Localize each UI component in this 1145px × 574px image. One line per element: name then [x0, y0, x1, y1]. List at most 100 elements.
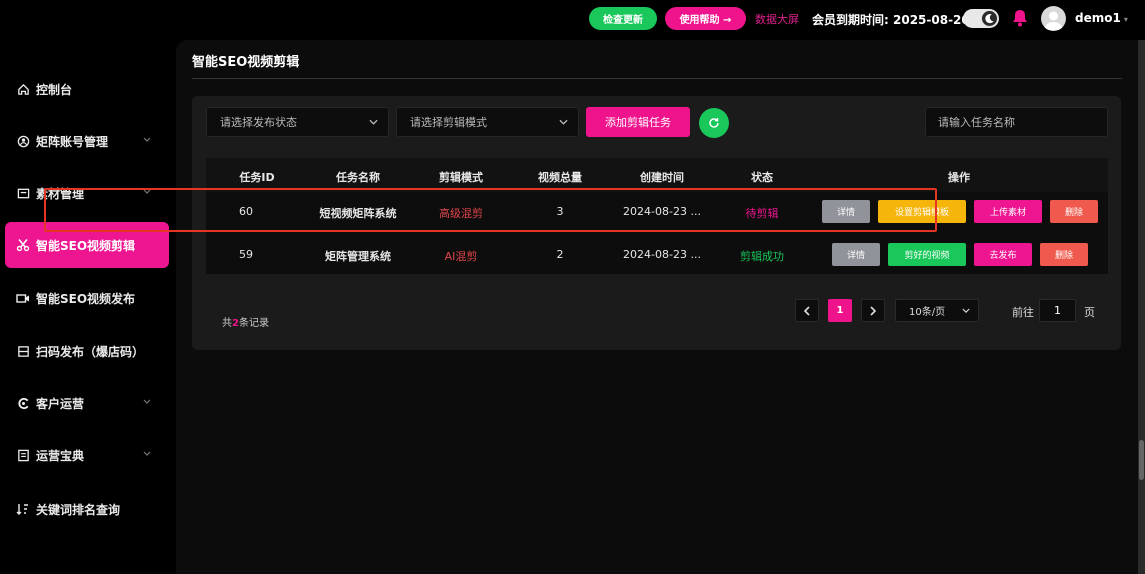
- moon-icon: [981, 10, 998, 27]
- next-page-button[interactable]: [861, 299, 885, 322]
- sidebar-item-3[interactable]: 智能SEO视频剪辑: [5, 222, 169, 268]
- go-publish-button[interactable]: 去发布: [974, 243, 1032, 266]
- cell-name: 矩阵管理系统: [325, 250, 391, 263]
- home-icon: [16, 82, 30, 96]
- sidebar-item-8[interactable]: 关键词排名查询: [5, 486, 169, 532]
- delete-button[interactable]: 删除: [1040, 243, 1088, 266]
- page-size-value: 10条/页: [909, 307, 946, 318]
- chevron-down-icon: [143, 451, 151, 456]
- sidebar-item-label: 运营宝典: [36, 448, 85, 463]
- chevron-down-icon: [962, 308, 970, 313]
- sidebar-item-6[interactable]: 客户运营: [5, 380, 169, 426]
- edit-mode-placeholder: 请选择剪辑模式: [410, 116, 487, 129]
- delete-button[interactable]: 删除: [1050, 200, 1098, 223]
- column-header-total: 视频总量: [538, 171, 582, 184]
- refresh-icon: [709, 118, 719, 128]
- qr-icon: [16, 344, 30, 358]
- page-number-current[interactable]: 1: [828, 299, 852, 322]
- help-button[interactable]: 使用帮助 →: [665, 7, 746, 30]
- customer-icon: [16, 396, 30, 410]
- details-button[interactable]: 详情: [822, 200, 870, 223]
- sidebar-item-0[interactable]: 控制台: [5, 66, 169, 112]
- details-button[interactable]: 详情: [832, 243, 880, 266]
- publish-status-placeholder: 请选择发布状态: [220, 116, 297, 129]
- chevron-down-icon: [143, 137, 151, 142]
- page-title: 智能SEO视频剪辑: [192, 55, 300, 70]
- bell-icon[interactable]: [1012, 9, 1028, 27]
- cell-created: 2024-08-23 ...: [623, 205, 701, 218]
- chevron-down-icon: [143, 189, 151, 194]
- sidebar: 控制台矩阵账号管理素材管理智能SEO视频剪辑 智能SEO视频发布 扫码发布（爆店码）…: [0, 40, 175, 574]
- chevron-left-icon: [803, 305, 810, 316]
- goto-page-unit: 页: [1084, 306, 1095, 319]
- task-table: 任务ID 任务名称 剪辑模式 视频总量 创建时间 状态 操作 60 短视频矩阵系…: [206, 158, 1108, 274]
- total-records: 共2条记录: [222, 314, 269, 329]
- chevron-down-icon: [559, 119, 568, 125]
- theme-toggle[interactable]: [963, 9, 999, 28]
- cell-created: 2024-08-23 ...: [623, 248, 701, 261]
- cell-id: 60: [239, 205, 253, 218]
- chevron-down-icon: [143, 399, 151, 404]
- goto-page-input[interactable]: [1039, 299, 1076, 322]
- sidebar-item-label: 关键词排名查询: [36, 502, 121, 517]
- publish-status-select[interactable]: 请选择发布状态: [206, 107, 389, 137]
- caret-down-icon: ▾: [1123, 15, 1128, 24]
- member-expiry-date: 2025-08-20: [893, 13, 970, 27]
- sort-icon: [16, 502, 30, 516]
- prev-page-button[interactable]: [795, 299, 819, 322]
- page-size-select[interactable]: 10条/页: [895, 299, 979, 322]
- content-card: 请选择发布状态 请选择剪辑模式 添加剪辑任务 任务ID 任务名称 剪辑模式 视频…: [192, 96, 1121, 350]
- sidebar-item-label: 智能SEO视频剪辑: [36, 238, 136, 253]
- goto-label: 前往: [1012, 306, 1034, 319]
- task-name-search-input[interactable]: [925, 107, 1108, 137]
- sidebar-item-label: 扫码发布（爆店码）: [36, 344, 145, 359]
- scissors-icon: [16, 238, 30, 252]
- sidebar-item-label: 矩阵账号管理: [36, 134, 109, 149]
- sidebar-item-7[interactable]: 运营宝典: [5, 432, 169, 478]
- column-header-actions: 操作: [948, 171, 970, 184]
- cell-total: 2: [556, 248, 564, 261]
- sidebar-item-4[interactable]: 智能SEO视频发布: [5, 275, 169, 321]
- cell-name: 短视频矩阵系统: [319, 207, 397, 220]
- cell-id: 59: [239, 248, 253, 261]
- page-scrollbar[interactable]: [1138, 40, 1145, 574]
- sidebar-item-5[interactable]: 扫码发布（爆店码）: [5, 328, 169, 374]
- add-edit-task-button[interactable]: 添加剪辑任务: [586, 107, 690, 137]
- user-menu[interactable]: demo1 ▾: [1075, 11, 1128, 25]
- total-prefix: 共: [222, 318, 232, 329]
- folder-icon: [16, 186, 30, 200]
- set-template-button[interactable]: 设置剪辑模板: [878, 200, 966, 223]
- column-header-mode: 剪辑模式: [439, 171, 483, 184]
- book-icon: [16, 448, 30, 462]
- sidebar-item-label: 客户运营: [36, 396, 85, 411]
- column-header-name: 任务名称: [336, 171, 380, 184]
- data-screen-link[interactable]: 数据大屏: [755, 11, 799, 27]
- username-text: demo1: [1075, 11, 1121, 25]
- upload-material-button[interactable]: 上传素材: [974, 200, 1042, 223]
- cell-mode: AI混剪: [444, 250, 478, 263]
- title-divider: [192, 78, 1122, 79]
- avatar[interactable]: [1041, 6, 1066, 31]
- cell-status: 剪辑成功: [740, 250, 784, 263]
- sidebar-item-1[interactable]: 矩阵账号管理: [5, 118, 169, 164]
- scrollbar-thumb[interactable]: [1139, 440, 1144, 480]
- sidebar-item-2[interactable]: 素材管理: [5, 170, 169, 216]
- member-expiry-label: 会员到期时间:: [812, 13, 889, 27]
- table-row: 59 矩阵管理系统 AI混剪 2 2024-08-23 ... 剪辑成功 详情 …: [206, 236, 1108, 274]
- check-update-button[interactable]: 检查更新: [589, 7, 657, 30]
- cell-status: 待剪辑: [745, 207, 779, 220]
- column-header-status: 状态: [751, 171, 773, 184]
- total-suffix: 条记录: [238, 318, 269, 329]
- edit-mode-select[interactable]: 请选择剪辑模式: [396, 107, 579, 137]
- sidebar-item-label: 智能SEO视频发布: [36, 291, 136, 306]
- refresh-button[interactable]: [699, 108, 729, 138]
- chevron-right-icon: [870, 305, 877, 316]
- top-bar: 检查更新 使用帮助 → 数据大屏 会员到期时间: 2025-08-20 demo…: [0, 0, 1145, 40]
- cell-total: 3: [556, 205, 564, 218]
- cell-mode: 高级混剪: [439, 207, 483, 220]
- table-row: 60 短视频矩阵系统 高级混剪 3 2024-08-23 ... 待剪辑 详情 …: [206, 193, 1108, 231]
- account-icon: [16, 134, 30, 148]
- edited-videos-button[interactable]: 剪好的视频: [888, 243, 966, 266]
- table-header: 任务ID 任务名称 剪辑模式 视频总量 创建时间 状态 操作: [206, 158, 1108, 192]
- chevron-down-icon: [369, 119, 378, 125]
